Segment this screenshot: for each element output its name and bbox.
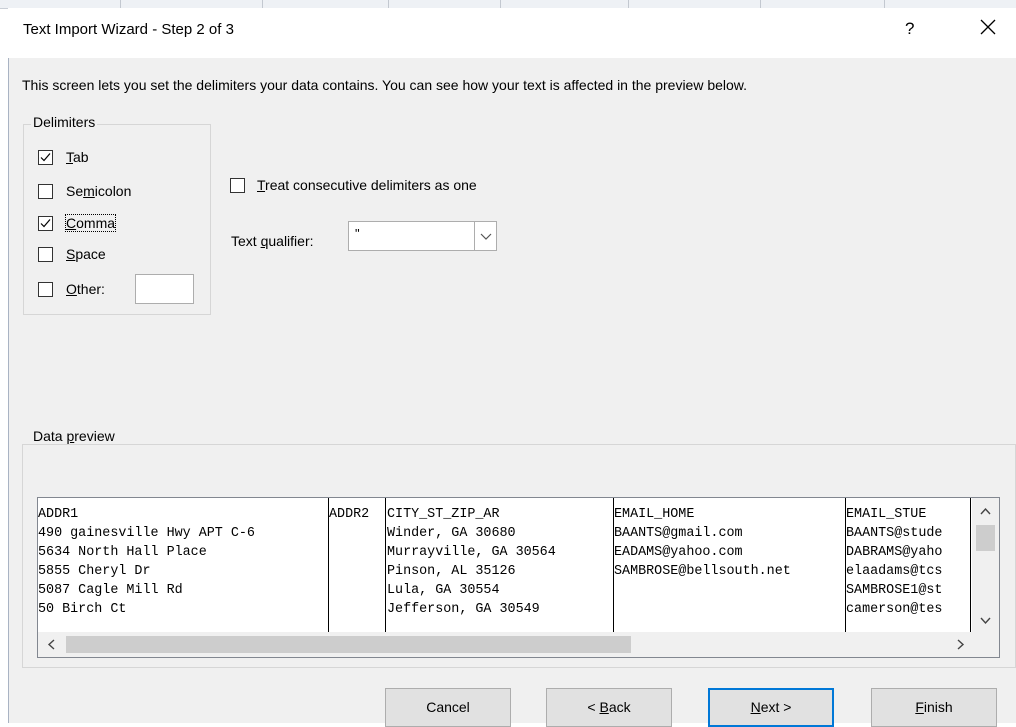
preview-column-city: CITY_ST_ZIP_AR Winder, GA 30680 Murrayvi…	[387, 505, 612, 619]
cell: Lula, GA 30554	[387, 583, 500, 598]
chevron-left-icon[interactable]	[42, 632, 62, 657]
checkmark-icon	[40, 219, 51, 228]
comma-label[interactable]: Comma	[64, 214, 117, 232]
comma-checkbox[interactable]	[38, 216, 53, 231]
chevron-right-icon[interactable]	[950, 632, 970, 657]
preview-column-addr2: ADDR2	[329, 505, 384, 524]
column-header: CITY_ST_ZIP_AR	[387, 507, 500, 522]
column-separator[interactable]	[385, 498, 386, 632]
help-button[interactable]: ?	[905, 19, 914, 39]
other-checkbox[interactable]	[38, 282, 53, 297]
semicolon-label[interactable]: Semicolon	[66, 183, 131, 199]
horizontal-scroll-thumb[interactable]	[66, 636, 631, 653]
text-qualifier-select[interactable]: "	[348, 221, 497, 251]
close-icon[interactable]	[978, 17, 998, 37]
chevron-down-icon[interactable]	[972, 610, 999, 630]
treat-consecutive-checkbox[interactable]	[230, 178, 245, 193]
chevron-down-icon	[480, 233, 492, 240]
cell: DABRAMS@yaho	[846, 545, 943, 560]
space-checkbox[interactable]	[38, 247, 53, 262]
tab-checkbox[interactable]	[38, 150, 53, 165]
next-button[interactable]: Next >	[708, 688, 834, 727]
cell: SAMBROSE@bellsouth.net	[614, 564, 791, 579]
preview-column-addr1: ADDR1 490 gainesville Hwy APT C-6 5634 N…	[38, 505, 328, 619]
column-separator[interactable]	[970, 498, 971, 632]
back-button[interactable]: < Back	[546, 688, 672, 727]
column-header: EMAIL_STUE	[846, 507, 927, 522]
column-header: ADDR1	[38, 507, 79, 522]
cancel-button[interactable]: Cancel	[385, 688, 511, 727]
tab-label[interactable]: Tab	[66, 149, 89, 165]
cell: Winder, GA 30680	[387, 526, 516, 541]
treat-consecutive-label[interactable]: Treat consecutive delimiters as one	[257, 177, 477, 193]
cell: Jefferson, GA 30549	[387, 602, 540, 617]
cell: EADAMS@yahoo.com	[614, 545, 743, 560]
delimiters-legend: Delimiters	[31, 114, 98, 130]
preview-column-email-stue: EMAIL_STUE BAANTS@stude DABRAMS@yaho ela…	[846, 505, 970, 619]
chevron-up-icon[interactable]	[972, 502, 999, 522]
cell: 5087 Cagle Mill Rd	[38, 583, 183, 598]
cell: Pinson, AL 35126	[387, 564, 516, 579]
other-delimiter-input[interactable]	[135, 274, 194, 304]
text-qualifier-value: "	[355, 226, 360, 241]
horizontal-scrollbar[interactable]	[38, 632, 972, 657]
data-preview-grid[interactable]: ADDR1 490 gainesville Hwy APT C-6 5634 N…	[37, 497, 1000, 658]
instructions-text: This screen lets you set the delimiters …	[22, 77, 748, 93]
vertical-scrollbar[interactable]	[972, 498, 999, 632]
scrollbar-corner	[972, 632, 999, 657]
other-label[interactable]: Other:	[66, 281, 105, 297]
column-header: EMAIL_HOME	[614, 507, 695, 522]
cell: 5634 North Hall Place	[38, 545, 207, 560]
dialog-title: Text Import Wizard - Step 2 of 3	[23, 21, 234, 38]
dropdown-button[interactable]	[474, 222, 497, 250]
cell: BAANTS@stude	[846, 526, 943, 541]
cell: SAMBROSE1@st	[846, 583, 943, 598]
column-header: ADDR2	[329, 507, 370, 522]
checkmark-icon	[40, 153, 51, 162]
vertical-scroll-thumb[interactable]	[976, 525, 995, 551]
cell: 5855 Cheryl Dr	[38, 564, 151, 579]
finish-button[interactable]: Finish	[871, 688, 997, 727]
data-preview-legend: Data preview	[31, 428, 117, 444]
cell: 490 gainesville Hwy APT C-6	[38, 526, 255, 541]
cell: elaadams@tcs	[846, 564, 943, 579]
text-qualifier-label: Text qualifier:	[231, 233, 314, 249]
cell: BAANTS@gmail.com	[614, 526, 743, 541]
semicolon-checkbox[interactable]	[38, 184, 53, 199]
preview-column-email-home: EMAIL_HOME BAANTS@gmail.com EADAMS@yahoo…	[614, 505, 844, 581]
space-label[interactable]: Space	[66, 246, 106, 262]
cell: Murrayville, GA 30564	[387, 545, 556, 560]
cell: camerson@tes	[846, 602, 943, 617]
cell: 50 Birch Ct	[38, 602, 127, 617]
